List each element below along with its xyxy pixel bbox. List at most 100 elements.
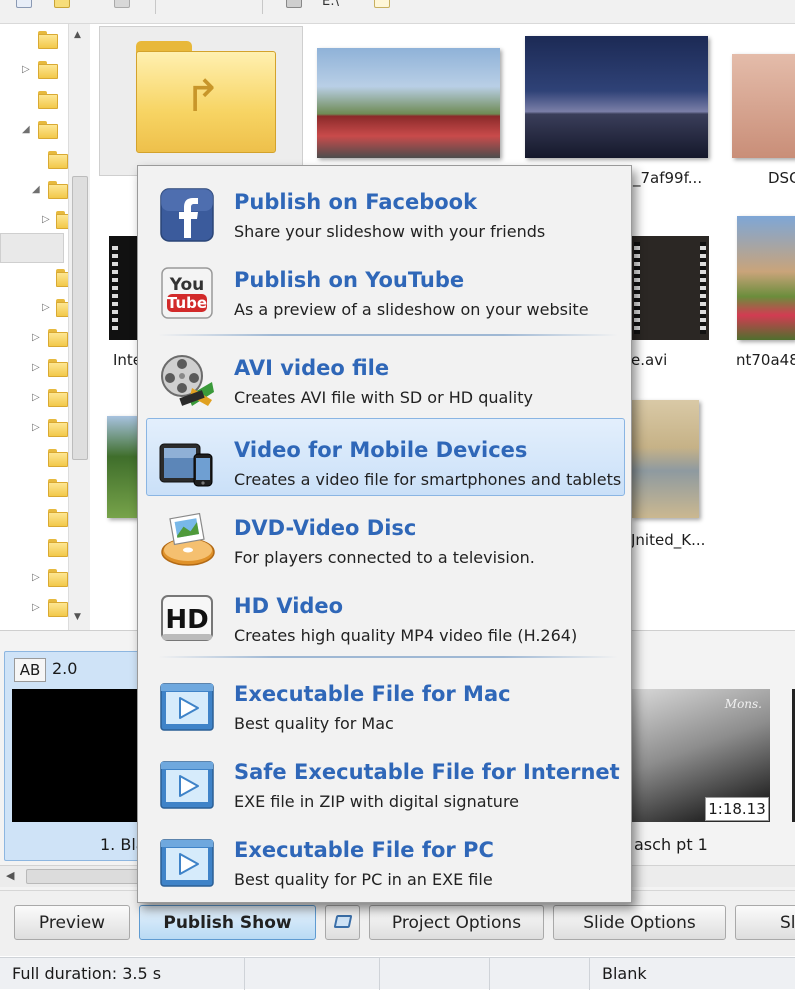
drive-icon[interactable] xyxy=(286,0,302,8)
full-duration-status: Full duration: 3.5 s xyxy=(0,958,245,990)
toolbar-divider xyxy=(262,0,263,14)
folder-icon xyxy=(38,31,58,49)
open-folder-icon[interactable] xyxy=(54,0,70,8)
tree-item[interactable]: ▷ xyxy=(0,206,76,234)
menu-item-title: AVI video file xyxy=(234,356,390,380)
new-project-icon[interactable] xyxy=(16,0,32,8)
publish-options-button[interactable] xyxy=(325,905,360,940)
scroll-up-icon[interactable]: ▲ xyxy=(74,30,81,40)
expand-arrow-icon[interactable]: ▷ xyxy=(32,392,40,403)
tree-item[interactable] xyxy=(0,504,68,532)
document-photo-thumbnail[interactable] xyxy=(732,54,795,158)
expand-arrow-icon[interactable]: ▷ xyxy=(42,214,50,225)
menu-item-dvd-video[interactable]: DVD-Video Disc For players connected to … xyxy=(146,496,625,574)
publish-show-button[interactable]: Publish Show xyxy=(139,905,316,940)
menu-item-publish-facebook[interactable]: Publish on Facebook Share your slideshow… xyxy=(146,170,625,248)
folder-icon xyxy=(38,121,58,139)
file-caption: Jnited_K... xyxy=(631,531,706,549)
tree-item[interactable]: ▷ xyxy=(0,354,68,382)
collapse-arrow-icon[interactable]: ◢ xyxy=(22,124,30,135)
tree-item[interactable]: ▷ xyxy=(0,56,68,84)
slide-watermark: Mons. xyxy=(724,697,762,711)
tree-scrollbar[interactable]: ▲ ▼ xyxy=(68,24,90,630)
menu-item-description: Best quality for PC in an EXE file xyxy=(234,870,493,889)
transition-status: Blank xyxy=(602,964,647,983)
scroll-left-icon[interactable]: ◀ xyxy=(6,869,14,882)
executable-play-icon xyxy=(160,683,214,731)
publish-menu: Publish on Facebook Share your slideshow… xyxy=(137,165,632,903)
folder-icon xyxy=(48,389,68,407)
menu-item-publish-youtube[interactable]: You Tube Publish on YouTube As a preview… xyxy=(146,248,625,326)
menu-item-hd-video[interactable]: HD HD Video Creates high quality MP4 vid… xyxy=(146,574,625,652)
tree-item[interactable]: ▷ xyxy=(0,294,76,322)
expand-arrow-icon[interactable]: ▷ xyxy=(42,302,50,313)
pier-photo-thumbnail[interactable] xyxy=(525,36,708,158)
selected-folder-cell[interactable]: ↱ xyxy=(99,26,303,176)
slide-style-button[interactable]: Sl xyxy=(735,905,795,940)
slide-name: asch pt 1 xyxy=(634,835,708,854)
menu-item-avi-video[interactable]: AVI video file Creates AVI file with SD … xyxy=(146,336,625,414)
expand-arrow-icon[interactable]: ▷ xyxy=(22,64,30,75)
menu-item-executable-mac[interactable]: Executable File for Mac Best quality for… xyxy=(146,662,625,740)
tree-item[interactable] xyxy=(0,444,68,472)
expand-arrow-icon[interactable]: ▷ xyxy=(32,572,40,583)
tree-item[interactable]: ▷ xyxy=(0,414,68,442)
tree-item[interactable] xyxy=(0,264,76,292)
undo-icon[interactable] xyxy=(185,0,201,8)
menu-item-description: EXE file in ZIP with digital signature xyxy=(234,792,520,811)
expand-arrow-icon[interactable]: ▷ xyxy=(32,602,40,613)
status-bar: Full duration: 3.5 s Blank xyxy=(0,957,795,990)
menu-separator xyxy=(158,656,618,658)
menu-item-title: DVD-Video Disc xyxy=(234,516,417,540)
town-photo-thumbnail[interactable] xyxy=(737,216,795,340)
beach-photo-thumbnail[interactable] xyxy=(631,400,699,518)
folder-icon xyxy=(48,539,68,557)
menu-item-description: Creates AVI file with SD or HD quality xyxy=(234,388,533,407)
expand-arrow-icon[interactable]: ▷ xyxy=(32,362,40,373)
slide-time-badge: 1:18.13 xyxy=(705,797,769,821)
tree-item[interactable] xyxy=(0,26,68,54)
transition-badge[interactable]: AB xyxy=(14,658,46,682)
scroll-down-icon[interactable]: ▼ xyxy=(74,612,81,622)
menu-item-description: Creates high quality MP4 video file (H.2… xyxy=(234,626,578,645)
tree-item[interactable]: ◢ xyxy=(0,176,68,204)
save-icon[interactable] xyxy=(114,0,130,8)
mobile-devices-icon xyxy=(159,443,213,487)
garden-photo-thumbnail[interactable] xyxy=(107,416,139,518)
tree-item[interactable] xyxy=(0,534,68,562)
folder-icon xyxy=(48,181,68,199)
expand-arrow-icon[interactable]: ▷ xyxy=(32,422,40,433)
tree-item[interactable] xyxy=(0,146,68,174)
tree-item[interactable]: ▷ xyxy=(0,594,68,622)
menu-item-safe-executable-internet[interactable]: Safe Executable File for Internet EXE fi… xyxy=(146,740,625,818)
tree-item[interactable]: ▷ xyxy=(0,564,68,592)
picture-icon[interactable] xyxy=(374,0,390,8)
file-caption: _7af99f... xyxy=(633,169,703,187)
tram-photo-thumbnail[interactable] xyxy=(317,48,500,158)
slide-options-button[interactable]: Slide Options xyxy=(553,905,726,940)
toolbar-divider xyxy=(155,0,156,14)
tree-item[interactable]: ▷ xyxy=(0,324,68,352)
tree-item[interactable]: ▷ xyxy=(0,384,68,412)
folder-tree: ▷ ◢ ◢ ▷ ▷ ▷ ▷ ▷ ▷ ▷ ▷ ▲ ▼ xyxy=(0,24,90,630)
collapse-arrow-icon[interactable]: ◢ xyxy=(32,184,40,195)
preview-button[interactable]: Preview xyxy=(14,905,130,940)
executable-play-icon xyxy=(160,761,214,809)
menu-item-executable-pc[interactable]: Executable File for PC Best quality for … xyxy=(146,818,625,896)
folder-icon xyxy=(48,359,68,377)
tree-item[interactable]: ◢ xyxy=(0,116,68,144)
hd-icon: HD xyxy=(161,595,213,641)
folder-icon xyxy=(48,509,68,527)
facebook-icon xyxy=(160,188,214,242)
folder-icon xyxy=(48,329,68,347)
video-thumbnail[interactable] xyxy=(631,236,709,340)
scrollbar-thumb[interactable] xyxy=(72,176,88,460)
menu-item-mobile-devices[interactable]: Video for Mobile Devices Creates a video… xyxy=(146,418,625,496)
publish-icon xyxy=(333,915,353,928)
expand-arrow-icon[interactable]: ▷ xyxy=(32,332,40,343)
project-options-button[interactable]: Project Options xyxy=(369,905,544,940)
folder-icon xyxy=(48,419,68,437)
tree-item[interactable] xyxy=(0,86,68,114)
tree-selected-row[interactable] xyxy=(0,233,64,263)
tree-item[interactable] xyxy=(0,474,68,502)
